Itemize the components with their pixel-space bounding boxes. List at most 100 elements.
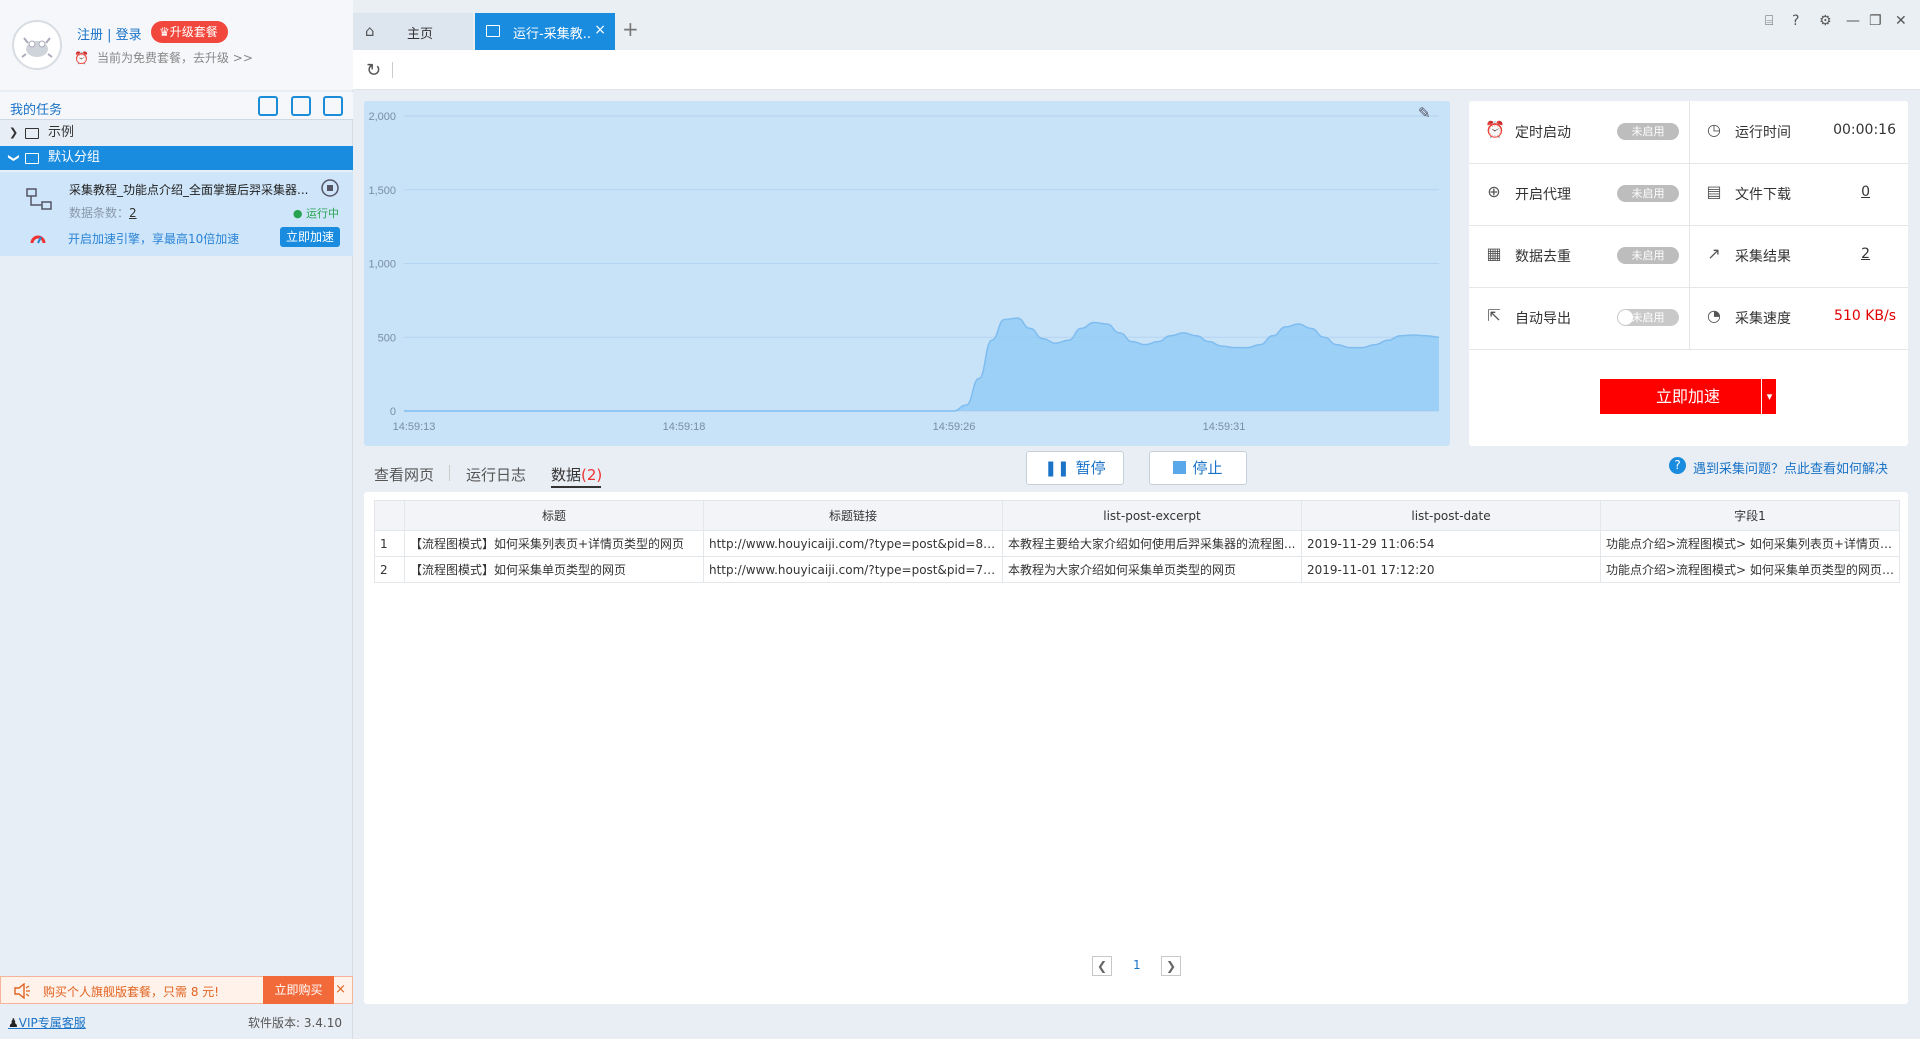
- flowchart-icon: [26, 188, 52, 210]
- table-cell[interactable]: http://www.houyicaiji.com/?type=post&pid…: [703, 556, 1003, 583]
- chevron-down-icon: ❯: [7, 153, 21, 163]
- upgrade-button[interactable]: ♛升级套餐: [151, 21, 228, 43]
- new-tab-button[interactable]: +: [622, 17, 639, 41]
- close-icon[interactable]: ×: [335, 982, 346, 997]
- tree-group-label: 默认分组: [48, 150, 101, 165]
- pager-next-button[interactable]: ❯: [1161, 956, 1181, 976]
- refresh-icon[interactable]: ↻: [366, 60, 381, 81]
- tree-group-default[interactable]: ❯ 默认分组: [0, 146, 353, 170]
- minimize-icon[interactable]: —: [1846, 13, 1860, 29]
- tab-data-label: 数据: [551, 466, 582, 484]
- stop-icon: [1173, 461, 1187, 474]
- stat-run-time: ◷ 运行时间 00:00:16: [1689, 101, 1908, 163]
- column-header[interactable]: 字段1: [1600, 500, 1900, 531]
- auto-export-toggle[interactable]: 未启用: [1617, 309, 1679, 326]
- accelerate-dropdown-icon[interactable]: ▾: [1761, 379, 1777, 414]
- window-icon: [486, 25, 500, 37]
- dedup-icon: ▦: [1486, 244, 1502, 263]
- results-value[interactable]: 2: [1861, 246, 1870, 262]
- chevron-right-icon: ❯: [9, 126, 19, 139]
- scheduled-start-toggle[interactable]: 未启用: [1617, 123, 1679, 140]
- version-label: 软件版本: 3.4.10: [247, 1016, 342, 1030]
- y-tick-label: 500: [378, 332, 396, 344]
- tab-view-webpage[interactable]: 查看网页: [374, 464, 434, 485]
- table-cell[interactable]: 本教程为大家介绍如何采集单页类型的网页: [1002, 556, 1302, 583]
- y-tick-label: 1,500: [368, 185, 396, 197]
- crab-logo-icon: [21, 37, 53, 58]
- login-link[interactable]: 注册 | 登录: [77, 24, 142, 43]
- column-header[interactable]: 标题: [404, 500, 704, 531]
- data-table: 标题 标题链接 list-post-excerpt list-post-date…: [374, 500, 1900, 583]
- buy-now-button[interactable]: 立即购买: [263, 976, 334, 1004]
- stat-auto-export: ⇱ 自动导出 未启用: [1469, 287, 1689, 349]
- tab-run-log[interactable]: 运行日志: [466, 464, 526, 485]
- import-task-icon[interactable]: [258, 96, 278, 116]
- task-name: 采集教程_功能点介绍_全面掌握后羿采集器...: [69, 183, 309, 197]
- help-icon[interactable]: ?: [1792, 13, 1799, 29]
- row-index: 2: [374, 556, 405, 583]
- table-cell[interactable]: 【流程图模式】如何采集列表页+详情页类型的网页: [404, 530, 704, 557]
- gear-icon[interactable]: ⚙: [1819, 13, 1832, 29]
- alarm-clock-icon: ⏰: [1485, 120, 1505, 139]
- plan-note[interactable]: ⏰ 当前为免费套餐，去升级 >>: [74, 49, 253, 66]
- sidebar: 注册 | 登录 ♛升级套餐 ⏰ 当前为免费套餐，去升级 >> 我的任务 ❯ 示例 …: [0, 0, 353, 1039]
- stat-results: ↗ 采集结果 2: [1689, 225, 1908, 287]
- column-header-index: [374, 500, 405, 531]
- stats-divider: [1469, 349, 1908, 350]
- tab-data[interactable]: 数据(2): [551, 464, 602, 485]
- stat-scheduled-start: ⏰ 定时启动 未启用: [1469, 101, 1689, 163]
- accel-promo-text[interactable]: 开启加速引擎，享最高10倍加速: [68, 230, 239, 247]
- tab-task-run[interactable]: 运行-采集教.. ×: [475, 13, 615, 50]
- help-link[interactable]: 遇到采集问题？点此查看如何解决: [1693, 458, 1888, 477]
- dedup-toggle[interactable]: 未启用: [1617, 247, 1679, 264]
- speed-chart: 0 500 1,000 1,500 2,000 14:59:13 14:59:18 14:59…: [364, 101, 1450, 446]
- table-cell[interactable]: 2019-11-01 17:12:20: [1301, 556, 1601, 583]
- restore-icon[interactable]: ❐: [1869, 13, 1882, 29]
- edit-chart-icon[interactable]: ✎: [1418, 104, 1431, 122]
- pause-button[interactable]: ❚❚ 暂停: [1026, 451, 1124, 485]
- avatar[interactable]: [12, 20, 62, 70]
- table-cell[interactable]: 功能点介绍>流程图模式> 如何采集单页类型的网页 【...: [1600, 556, 1900, 583]
- data-table-panel: 标题 标题链接 list-post-excerpt list-post-date…: [364, 492, 1908, 1004]
- vip-support-link[interactable]: ♟VIP专属客服: [8, 1014, 86, 1031]
- stat-label: 运行时间: [1735, 125, 1791, 141]
- task-accel-button[interactable]: 立即加速: [279, 227, 340, 247]
- tree-group-example[interactable]: ❯ 示例: [0, 121, 353, 145]
- task-card[interactable]: 采集教程_功能点介绍_全面掌握后羿采集器... 数据条数：2 ● 运行中 开启加…: [0, 172, 353, 256]
- pager-prev-button[interactable]: ❮: [1092, 956, 1112, 976]
- table-cell[interactable]: 2019-11-29 11:06:54: [1301, 530, 1601, 557]
- accelerate-button[interactable]: 立即加速: [1600, 379, 1776, 414]
- stop-button[interactable]: 停止: [1149, 451, 1247, 485]
- new-task-icon[interactable]: [291, 96, 311, 116]
- stop-task-icon[interactable]: [320, 178, 340, 198]
- table-cell[interactable]: 【流程图模式】如何采集单页类型的网页: [404, 556, 704, 583]
- column-header[interactable]: list-post-excerpt: [1002, 500, 1302, 531]
- table-cell[interactable]: 功能点介绍>流程图模式> 如何采集列表页+详情页类...: [1600, 530, 1900, 557]
- table-row[interactable]: 2 【流程图模式】如何采集单页类型的网页 http://www.houyicai…: [374, 556, 1900, 583]
- table-row[interactable]: 1 【流程图模式】如何采集列表页+详情页类型的网页 http://www.hou…: [374, 530, 1900, 557]
- tab-home[interactable]: ⌂ 主页: [353, 13, 473, 50]
- tasks-header: 我的任务: [0, 92, 353, 120]
- address-separator: [392, 62, 393, 78]
- tree-group-label: 示例: [48, 125, 75, 140]
- pause-label: 暂停: [1075, 459, 1106, 477]
- search-task-icon[interactable]: [323, 96, 343, 116]
- stat-label: 定时启动: [1515, 125, 1571, 141]
- gift-icon[interactable]: ⌸: [1765, 13, 1773, 29]
- column-header[interactable]: list-post-date: [1301, 500, 1601, 531]
- clock-icon: ◷: [1707, 120, 1721, 139]
- task-status-text: 运行中: [306, 207, 339, 220]
- plan-note-text: 当前为免费套餐，去升级 >>: [96, 51, 253, 65]
- pager-page-number[interactable]: 1: [1133, 958, 1141, 972]
- file-download-value[interactable]: 0: [1861, 184, 1870, 200]
- proxy-toggle[interactable]: 未启用: [1617, 185, 1679, 202]
- stat-label: 数据去重: [1515, 249, 1571, 265]
- stat-proxy: ⊕ 开启代理 未启用: [1469, 163, 1689, 225]
- table-cell[interactable]: http://www.houyicaiji.com/?type=post&pid…: [703, 530, 1003, 557]
- column-header[interactable]: 标题链接: [703, 500, 1003, 531]
- task-count-value[interactable]: 2: [129, 206, 137, 220]
- x-tick-label: 14:59:31: [1203, 421, 1246, 433]
- close-window-icon[interactable]: ✕: [1895, 13, 1907, 29]
- close-tab-icon[interactable]: ×: [594, 22, 606, 38]
- table-cell[interactable]: 本教程主要给大家介绍如何使用后羿采集器的流程图...: [1002, 530, 1302, 557]
